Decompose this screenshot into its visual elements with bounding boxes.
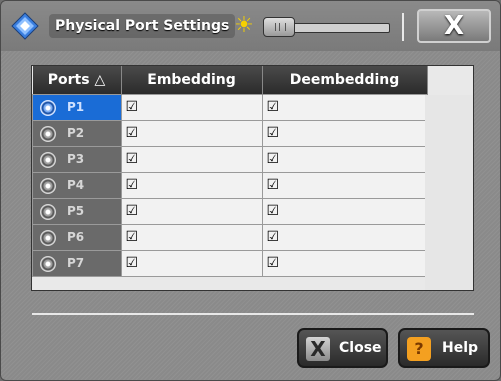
table-row[interactable]: P4 ☑ ☑ <box>32 172 428 199</box>
brightness-slider-thumb[interactable] <box>263 17 295 37</box>
port-connector-icon <box>40 178 56 194</box>
deembedding-checkbox[interactable]: ☑ <box>267 204 280 218</box>
port-cell[interactable]: P4 <box>32 172 122 199</box>
port-label: P4 <box>67 178 85 192</box>
deembedding-cell: ☑ <box>261 250 428 277</box>
port-settings-grid: Ports △ Embedding Deembedding P1 ☑ ☑ P2 ☑ ☑ P3… <box>31 65 474 291</box>
port-label: P6 <box>67 230 85 244</box>
port-connector-icon <box>40 230 56 246</box>
title-bar[interactable]: Physical Port Settings ☀ X <box>1 1 500 51</box>
port-cell[interactable]: P3 <box>32 146 122 173</box>
table-row[interactable]: P2 ☑ ☑ <box>32 120 428 147</box>
deembedding-checkbox[interactable]: ☑ <box>267 230 280 244</box>
embedding-checkbox[interactable]: ☑ <box>126 230 139 244</box>
deembedding-cell: ☑ <box>261 120 428 147</box>
deembedding-cell: ☑ <box>261 198 428 225</box>
port-label: P5 <box>67 204 85 218</box>
port-label: P7 <box>67 256 85 270</box>
embedding-cell: ☑ <box>120 94 263 121</box>
embedding-checkbox[interactable]: ☑ <box>126 152 139 166</box>
port-cell[interactable]: P7 <box>32 250 122 277</box>
close-x-icon: X <box>443 11 465 41</box>
table-row[interactable]: P6 ☑ ☑ <box>32 224 428 251</box>
column-header-embedding[interactable]: Embedding <box>121 66 263 95</box>
table-row[interactable]: P1 ☑ ☑ <box>32 94 428 121</box>
physical-port-settings-dialog: Physical Port Settings ☀ X Ports △ Embed… <box>0 0 501 381</box>
embedding-cell: ☑ <box>120 250 263 277</box>
port-label: P1 <box>67 100 85 114</box>
separator-line <box>32 313 474 315</box>
title-divider <box>402 13 404 41</box>
port-cell[interactable]: P6 <box>32 224 122 251</box>
embedding-checkbox[interactable]: ☑ <box>126 204 139 218</box>
embedding-cell: ☑ <box>120 224 263 251</box>
port-connector-icon <box>40 100 56 116</box>
embedding-cell: ☑ <box>120 120 263 147</box>
table-header-row: Ports △ Embedding Deembedding <box>32 66 428 95</box>
embedding-cell: ☑ <box>120 198 263 225</box>
column-header-deembedding[interactable]: Deembedding <box>262 66 428 95</box>
table-row[interactable]: P7 ☑ ☑ <box>32 250 428 277</box>
embedding-cell: ☑ <box>120 172 263 199</box>
port-connector-icon <box>40 126 56 142</box>
deembedding-cell: ☑ <box>261 146 428 173</box>
embedding-cell: ☑ <box>120 146 263 173</box>
port-label: P3 <box>67 152 85 166</box>
embedding-checkbox[interactable]: ☑ <box>126 100 139 114</box>
close-icon: X <box>306 337 330 361</box>
close-x-button[interactable]: X <box>417 9 491 43</box>
close-button-label: Close <box>339 340 382 356</box>
port-connector-icon <box>40 256 56 272</box>
window-title: Physical Port Settings <box>49 14 236 38</box>
deembedding-checkbox[interactable]: ☑ <box>267 126 280 140</box>
deembedding-checkbox[interactable]: ☑ <box>267 152 280 166</box>
sun-icon: ☀ <box>234 13 254 38</box>
port-table: Ports △ Embedding Deembedding P1 ☑ ☑ P2 ☑ ☑ P3… <box>32 66 428 277</box>
port-connector-icon <box>40 152 56 168</box>
embedding-checkbox[interactable]: ☑ <box>126 126 139 140</box>
help-button-label: Help <box>442 340 479 356</box>
deembedding-cell: ☑ <box>261 94 428 121</box>
help-button[interactable]: ? Help <box>398 328 490 368</box>
app-logo-icon <box>11 12 39 40</box>
deembedding-checkbox[interactable]: ☑ <box>267 100 280 114</box>
table-row[interactable]: P5 ☑ ☑ <box>32 198 428 225</box>
port-cell[interactable]: P2 <box>32 120 122 147</box>
port-cell[interactable]: P1 <box>32 94 122 121</box>
port-connector-icon <box>40 204 56 220</box>
column-header-ports[interactable]: Ports △ <box>32 66 122 95</box>
deembedding-checkbox[interactable]: ☑ <box>267 178 280 192</box>
table-row[interactable]: P3 ☑ ☑ <box>32 146 428 173</box>
deembedding-checkbox[interactable]: ☑ <box>267 256 280 270</box>
port-cell[interactable]: P5 <box>32 198 122 225</box>
embedding-checkbox[interactable]: ☑ <box>126 256 139 270</box>
deembedding-cell: ☑ <box>261 224 428 251</box>
grid-empty-area <box>425 95 473 290</box>
deembedding-cell: ☑ <box>261 172 428 199</box>
port-label: P2 <box>67 126 85 140</box>
close-button[interactable]: X Close <box>297 328 388 368</box>
embedding-checkbox[interactable]: ☑ <box>126 178 139 192</box>
help-icon: ? <box>407 337 431 361</box>
